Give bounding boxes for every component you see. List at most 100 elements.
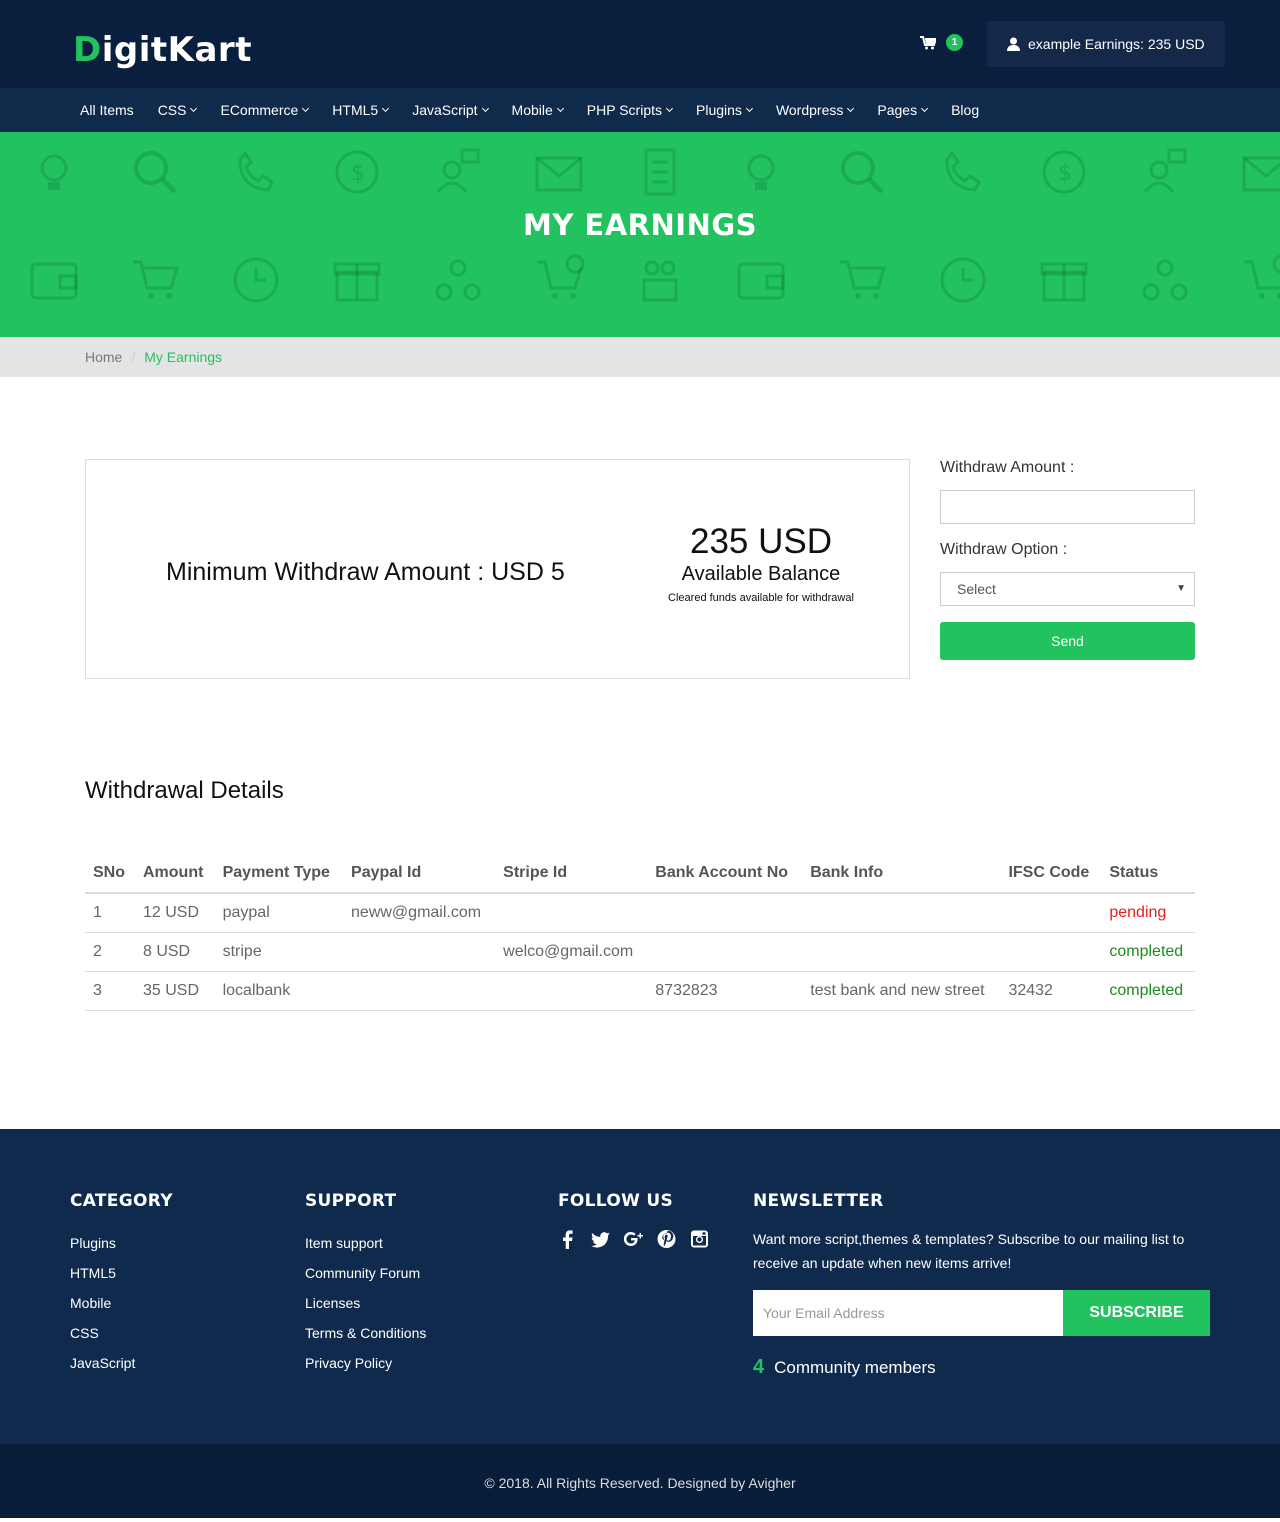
column-header: Amount: [134, 853, 215, 894]
footer: CATEGORY Plugins HTML5 Mobile CSS JavaScript…: [0, 1129, 1280, 1444]
footer-link-privacy-policy[interactable]: Privacy Policy: [305, 1353, 426, 1383]
breadcrumb-home[interactable]: Home: [85, 349, 122, 365]
instagram-icon[interactable]: [690, 1229, 709, 1249]
nav-item-label: Plugins: [696, 102, 742, 118]
cell-status: completed: [1101, 932, 1195, 972]
dropdown-arrow-icon: ▼: [1176, 583, 1186, 594]
cell-stripe-id: [495, 971, 648, 1011]
chevron-down-icon: [382, 104, 390, 113]
cell-amount: 8 USD: [134, 932, 215, 972]
cell-amount: 12 USD: [134, 893, 215, 933]
withdraw-amount-label: Withdraw Amount :: [940, 459, 1075, 476]
balance-amount: 235 USD: [689, 522, 833, 561]
cart-count-badge: 1: [946, 34, 963, 51]
cart-button[interactable]: 1: [920, 34, 964, 56]
footer-link-terms-conditions[interactable]: Terms & Conditions: [305, 1323, 426, 1353]
cell-stripe-id: welco@gmail.com: [495, 932, 648, 972]
cell-paypal-id: [343, 932, 496, 972]
main-content: Minimum Withdraw Amount : USD 5 235 USD …: [0, 377, 1280, 1129]
subscribe-button[interactable]: SUBSCRIBE: [1063, 1290, 1210, 1336]
breadcrumb-separator: /: [131, 349, 136, 365]
newsletter-email-input[interactable]: Your Email Address: [753, 1290, 1063, 1336]
nav-item-plugins[interactable]: Plugins: [696, 102, 753, 118]
footer-support-title: SUPPORT: [305, 1191, 397, 1211]
column-header: IFSC Code: [1000, 853, 1102, 894]
nav-item-ecommerce[interactable]: ECommerce: [220, 102, 310, 118]
page-title: MY EARNINGS: [522, 208, 758, 242]
footer-category-title: CATEGORY: [70, 1191, 173, 1211]
nav-item-label: HTML5: [332, 102, 379, 118]
cell-bank-info: [802, 893, 1001, 933]
nav-item-css[interactable]: CSS: [158, 102, 198, 118]
nav-item-label: Blog: [951, 102, 980, 118]
logo[interactable]: DigitKart: [73, 30, 252, 70]
twitter-icon[interactable]: [591, 1229, 610, 1249]
nav-item-wordpress[interactable]: Wordpress: [776, 102, 855, 118]
community-label: Community members: [774, 1358, 936, 1377]
main-nav: All Items CSS ECommerce HTML5 JavaScript Mobi…: [0, 88, 1280, 132]
cell-bank-info: [802, 932, 1001, 972]
social-links: [558, 1229, 709, 1249]
nav-item-all-items[interactable]: All Items: [80, 102, 134, 118]
footer-link-item-support[interactable]: Item support: [305, 1233, 426, 1263]
cell-sno: 3: [85, 971, 135, 1011]
nav-item-label: PHP Scripts: [586, 102, 663, 118]
user-earnings-button[interactable]: example Earnings: 235 USD: [987, 21, 1225, 67]
nav-item-label: JavaScript: [412, 102, 478, 118]
cell-bank-account: [647, 932, 803, 972]
nav-item-pages[interactable]: Pages: [877, 102, 929, 118]
nav-item-html5[interactable]: HTML5: [332, 102, 390, 118]
withdraw-form: Withdraw Amount : Withdraw Option : Sele…: [940, 459, 1195, 660]
footer-link-html5[interactable]: HTML5: [70, 1263, 173, 1293]
google-plus-icon[interactable]: [623, 1229, 643, 1249]
cell-ifsc: [1000, 893, 1102, 933]
cart-icon: [920, 36, 936, 50]
pinterest-icon[interactable]: [657, 1229, 676, 1249]
community-members: 4 Community members: [753, 1356, 1210, 1379]
column-header: Status: [1101, 853, 1195, 894]
page-hero: $ $ MY EARNINGS: [0, 132, 1280, 337]
nav-item-php-scripts[interactable]: PHP Scripts: [586, 102, 674, 118]
cell-status: pending: [1101, 893, 1195, 933]
footer-link-javascript[interactable]: JavaScript: [70, 1353, 173, 1383]
cell-ifsc: [1000, 932, 1102, 972]
column-header: Paypal Id: [343, 853, 496, 894]
footer-support: SUPPORT Item support Community Forum Licen…: [305, 1191, 426, 1383]
chevron-down-icon: [665, 104, 674, 113]
svg-text:$: $: [1058, 161, 1072, 186]
table-row: 3 35 USD localbank 8732823 test bank and new…: [85, 971, 1195, 1011]
nav-item-mobile[interactable]: Mobile: [512, 102, 564, 118]
footer-link-css[interactable]: CSS: [70, 1323, 173, 1353]
send-button[interactable]: Send: [940, 622, 1195, 660]
withdrawal-details-title: Withdrawal Details: [85, 777, 284, 804]
cell-bank-account: [647, 893, 803, 933]
nav-item-label: Pages: [877, 102, 918, 118]
user-icon: [1007, 37, 1020, 51]
cell-bank-account: 8732823: [647, 971, 803, 1011]
nav-item-blog[interactable]: Blog: [951, 102, 979, 118]
footer-link-plugins[interactable]: Plugins: [70, 1233, 173, 1263]
min-withdraw-text: Minimum Withdraw Amount : USD 5: [166, 558, 565, 586]
cell-status: completed: [1101, 971, 1195, 1011]
nav-item-label: All Items: [80, 102, 134, 118]
table-row: 28 USD stripe welco@gmail.com completed: [85, 932, 1195, 972]
withdraw-option-label: Withdraw Option :: [940, 541, 1068, 558]
withdrawal-table: SNo Amount Payment Type Paypal Id Stripe Id B…: [85, 853, 1195, 1011]
chevron-down-icon: [556, 104, 564, 113]
column-header: SNo: [85, 853, 135, 894]
cell-sno: 2: [85, 932, 135, 972]
withdraw-amount-input[interactable]: [940, 490, 1195, 524]
top-header: DigitKart 1 example Earnings: 235 USD: [0, 0, 1280, 88]
cell-ifsc: 32432: [1000, 971, 1102, 1011]
footer-link-community-forum[interactable]: Community Forum: [305, 1263, 426, 1293]
chevron-down-icon: [847, 104, 855, 113]
withdraw-option-select[interactable]: Select ▼: [940, 572, 1195, 606]
facebook-icon[interactable]: [558, 1229, 577, 1249]
cell-bank-info: test bank and new street: [802, 971, 1001, 1011]
footer-link-licenses[interactable]: Licenses: [305, 1293, 426, 1323]
cell-payment-type: stripe: [214, 932, 344, 972]
newsletter-text: Want more script,themes & templates? Sub…: [753, 1231, 1185, 1271]
footer-link-mobile[interactable]: Mobile: [70, 1293, 173, 1323]
nav-item-javascript[interactable]: JavaScript: [412, 102, 489, 118]
cell-stripe-id: [495, 893, 648, 933]
